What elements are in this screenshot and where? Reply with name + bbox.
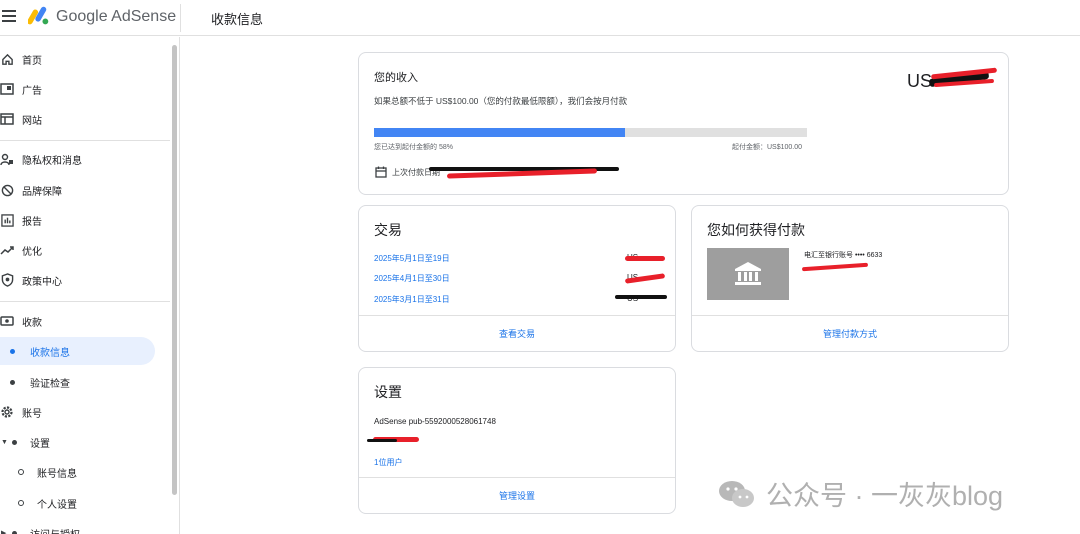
redaction-mark [615, 295, 667, 299]
users-link[interactable]: 1位用户 [374, 457, 402, 468]
payments-icon [0, 314, 14, 328]
sidebar-item-payments[interactable]: 收款 [0, 307, 160, 335]
sidebar-item-verification[interactable]: 验证检查 [0, 368, 160, 396]
watermark-text: 公众号 · 一灰灰blog [766, 481, 1004, 511]
bullet-icon [12, 439, 17, 445]
payment-progress-bar [374, 128, 807, 137]
transaction-row-period[interactable]: 2025年5月1日至19日 [374, 253, 450, 264]
bullet-ring-icon [18, 469, 24, 475]
ads-icon [0, 82, 14, 96]
menu-icon[interactable] [2, 10, 16, 24]
sidebar-item-settings[interactable]: ▼ 设置 [0, 428, 160, 456]
sidebar-scrollbar[interactable] [172, 45, 177, 495]
transaction-row-period[interactable]: 2025年3月1日至31日 [374, 294, 450, 305]
header-divider [180, 4, 181, 32]
privacy-icon [0, 152, 14, 166]
sidebar-divider [0, 301, 170, 302]
view-transactions-button[interactable]: 查看交易 [359, 315, 675, 351]
bullet-icon [12, 530, 17, 534]
sidebar-item-account-info[interactable]: 账号信息 [0, 458, 160, 486]
manage-settings-button[interactable]: 管理设置 [359, 477, 675, 513]
progress-fill [374, 128, 626, 137]
transactions-title: 交易 [374, 222, 402, 238]
calendar-icon [375, 165, 387, 183]
manage-payment-methods-button[interactable]: 管理付款方式 [692, 315, 1008, 351]
sidebar-item-sites[interactable]: 网站 [0, 105, 160, 133]
wechat-icon [718, 479, 756, 509]
trending-icon [0, 243, 14, 257]
sites-icon [0, 112, 14, 126]
sidebar-item-home[interactable]: 首页 [0, 45, 160, 73]
bullet-ring-icon [18, 500, 24, 506]
sidebar-item-optimization[interactable]: 优化 [0, 236, 160, 264]
bank-account-text: 电汇至银行账号 •••• 6633 [804, 252, 883, 259]
sidebar-item-brand-safety[interactable]: 品牌保障 [0, 176, 160, 204]
sidebar-item-privacy[interactable]: 隐私权和消息 [0, 145, 160, 173]
payment-method-card: 您如何获得付款 电汇至银行账号 •••• 6633 管理付款方式 [691, 205, 1009, 352]
progress-text: 您已达到起付金额的 58% [374, 144, 453, 151]
shield-icon [0, 273, 14, 287]
caret-right-icon: ▶ [1, 530, 7, 534]
threshold-text: 起付金额：US$100.00 [732, 144, 803, 151]
bullet-icon [10, 379, 15, 385]
sidebar-item-ads[interactable]: 广告 [0, 75, 160, 103]
report-icon [0, 213, 14, 227]
sidebar-divider [0, 140, 170, 141]
sidebar-item-personal-settings[interactable]: 个人设置 [0, 489, 160, 517]
block-icon [0, 183, 14, 197]
transactions-card: 交易 2025年5月1日至19日 US 2025年4月1日至30日 US 202… [358, 205, 676, 352]
earnings-card: 您的收入 US 如果总额不低于 US$100.00（您的付款最低限额），我们会按… [358, 52, 1009, 195]
app-header: Google AdSense 收款信息 [0, 0, 1080, 36]
brand-name[interactable]: Google AdSense [56, 8, 176, 26]
sidebar-item-policy-center[interactable]: 政策中心 [0, 266, 160, 294]
earnings-title: 您的收入 [374, 72, 418, 84]
settings-card: 设置 AdSense pub-5592000528061748 1位用户 管理设… [358, 367, 676, 514]
redaction-mark [625, 256, 665, 261]
payment-method-title: 您如何获得付款 [707, 222, 805, 238]
sidebar: 首页 广告 网站 隐私权和消息 品牌保障 报告 优化 政策中心 收款 收款信息 … [0, 37, 180, 534]
settings-title: 设置 [374, 384, 402, 400]
publisher-id: AdSense pub-5592000528061748 [374, 417, 496, 426]
page-title: 收款信息 [211, 12, 264, 27]
gear-icon [0, 405, 14, 419]
caret-down-icon: ▼ [1, 438, 8, 446]
watermark: 公众号 · 一灰灰blog [718, 474, 1003, 513]
redaction-mark [367, 439, 397, 442]
sidebar-item-access[interactable]: ▶ 访问与授权 [0, 519, 160, 534]
bullet-icon [10, 348, 15, 354]
bank-icon [707, 248, 789, 300]
home-icon [0, 52, 14, 66]
sidebar-item-payment-info[interactable]: 收款信息 [0, 337, 155, 365]
earnings-description: 如果总额不低于 US$100.00（您的付款最低限额），我们会按月付款 [374, 96, 628, 106]
redaction-mark [801, 262, 869, 272]
sidebar-item-reports[interactable]: 报告 [0, 206, 160, 234]
transaction-row-period[interactable]: 2025年4月1日至30日 [374, 273, 450, 284]
sidebar-item-account[interactable]: 账号 [0, 398, 160, 426]
adsense-logo [28, 6, 49, 25]
